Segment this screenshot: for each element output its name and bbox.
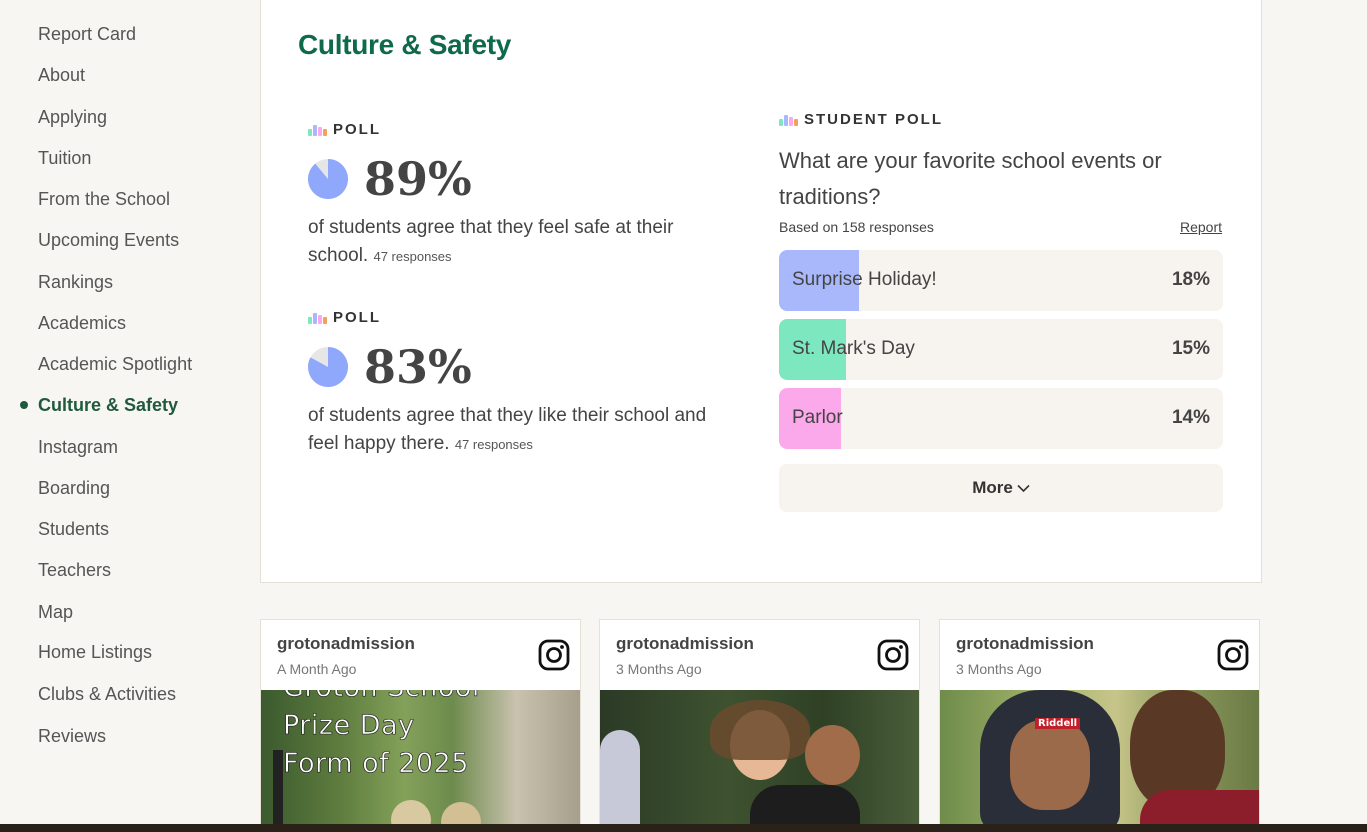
instagram-post-time: 3 Months Ago — [956, 661, 1042, 677]
instagram-post-time: A Month Ago — [277, 661, 357, 677]
chevron-down-icon — [1017, 484, 1030, 492]
poll-responses: 47 responses — [454, 437, 533, 452]
poll-option-percent: 18% — [1171, 269, 1210, 290]
poll-label-text: POLL — [333, 121, 381, 138]
sidebar-item-academic-spotlight[interactable]: Academic Spotlight — [38, 353, 192, 375]
sidebar-item-from-the-school[interactable]: From the School — [38, 188, 170, 210]
poll-description: of students agree that they like their s… — [308, 402, 718, 459]
student-poll-label-text: STUDENT POLL — [804, 111, 943, 128]
sidebar-item-home-listings[interactable]: Home Listings — [38, 641, 152, 663]
instagram-icon[interactable] — [877, 639, 909, 671]
sidebar-item-culture-safety[interactable]: Culture & Safety — [20, 394, 179, 416]
poll-bars-icon — [779, 114, 798, 126]
poll-label-text: POLL — [333, 309, 381, 326]
poll-bars-icon — [308, 124, 327, 136]
sidebar-item-report-card[interactable]: Report Card — [38, 23, 136, 45]
athlete-shape — [600, 730, 640, 831]
poll-bars-icon — [308, 312, 327, 324]
poll-percent: 89% — [364, 152, 472, 206]
photo-overlay-text: Groton School — [283, 690, 480, 703]
athlete-face — [805, 725, 860, 785]
pie-chart-icon — [307, 159, 348, 199]
instagram-post-card[interactable]: grotonadmission 3 Months Ago Riddell — [939, 619, 1260, 832]
sidebar-item-teachers[interactable]: Teachers — [38, 559, 111, 581]
instagram-photo[interactable]: Groton School Prize Day Form of 2025 — [261, 690, 580, 831]
poll-label: POLL — [308, 309, 381, 326]
student-poll-label: STUDENT POLL — [779, 111, 943, 128]
instagram-icon[interactable] — [538, 639, 570, 671]
more-button-label: More — [972, 478, 1013, 497]
poll-option[interactable]: St. Mark's Day 15% — [779, 319, 1223, 380]
poll-option-percent: 15% — [1171, 338, 1210, 359]
poll-option-label: St. Mark's Day — [792, 338, 915, 359]
student-poll-question: What are your favorite school events or … — [779, 148, 1162, 209]
poll-option-percent: 14% — [1171, 407, 1210, 428]
instagram-post-card[interactable]: grotonadmission A Month Ago Groton Schoo… — [260, 619, 581, 832]
sidebar-item-tuition[interactable]: Tuition — [38, 147, 91, 169]
more-button[interactable]: More — [779, 464, 1223, 512]
sidebar-item-label: Culture & Safety — [38, 395, 179, 415]
sidebar-item-clubs-activities[interactable]: Clubs & Activities — [38, 683, 176, 705]
sidebar-nav: Report Card About Applying Tuition From … — [0, 0, 240, 832]
sidebar-item-boarding[interactable]: Boarding — [38, 477, 110, 499]
pie-chart-icon — [307, 347, 348, 387]
active-indicator-dot — [20, 401, 28, 409]
instagram-username[interactable]: grotonadmission — [277, 634, 415, 654]
bottom-bar — [0, 824, 1367, 832]
photo-overlay-text: Prize Day — [283, 710, 415, 742]
instagram-photo[interactable] — [600, 690, 919, 831]
instagram-post-card[interactable]: grotonadmission 3 Months Ago — [599, 619, 920, 832]
poll-responses: 47 responses — [373, 249, 452, 264]
sidebar-item-map[interactable]: Map — [38, 601, 73, 623]
poll-description: of students agree that they feel safe at… — [308, 214, 718, 271]
instagram-post-time: 3 Months Ago — [616, 661, 702, 677]
poll-percent: 83% — [364, 340, 472, 394]
sidebar-item-rankings[interactable]: Rankings — [38, 271, 113, 293]
poll-option-label: Parlor — [792, 407, 843, 428]
sidebar-item-about[interactable]: About — [38, 64, 85, 86]
instagram-icon[interactable] — [1217, 639, 1249, 671]
instagram-username[interactable]: grotonadmission — [956, 634, 1094, 654]
sidebar-item-academics[interactable]: Academics — [38, 312, 126, 334]
sidebar-item-students[interactable]: Students — [38, 518, 109, 540]
section-title: Culture & Safety — [298, 29, 512, 60]
photo-overlay-text: Form of 2025 — [283, 748, 469, 780]
instagram-photo[interactable]: Riddell — [940, 690, 1259, 831]
poll-option[interactable]: Surprise Holiday! 18% — [779, 250, 1223, 311]
athlete-hair — [710, 700, 810, 760]
report-link[interactable]: Report — [1180, 219, 1222, 235]
helmet-logo: Riddell — [1035, 718, 1081, 729]
sidebar-item-instagram[interactable]: Instagram — [38, 436, 118, 458]
poll-option-label: Surprise Holiday! — [792, 269, 937, 290]
poll-label: POLL — [308, 121, 381, 138]
sidebar-item-applying[interactable]: Applying — [38, 106, 107, 128]
sidebar-item-reviews[interactable]: Reviews — [38, 725, 106, 747]
sidebar-item-upcoming-events[interactable]: Upcoming Events — [38, 229, 179, 251]
player-face — [1010, 720, 1090, 810]
culture-safety-card: Culture & Safety POLL 89% of students ag… — [260, 0, 1262, 583]
instagram-username[interactable]: grotonadmission — [616, 634, 754, 654]
student-poll-response-count: Based on 158 responses — [779, 219, 934, 235]
poll-option[interactable]: Parlor 14% — [779, 388, 1223, 449]
lamp-post — [273, 750, 283, 831]
poll-description-text: of students agree that they feel safe at… — [308, 217, 674, 266]
